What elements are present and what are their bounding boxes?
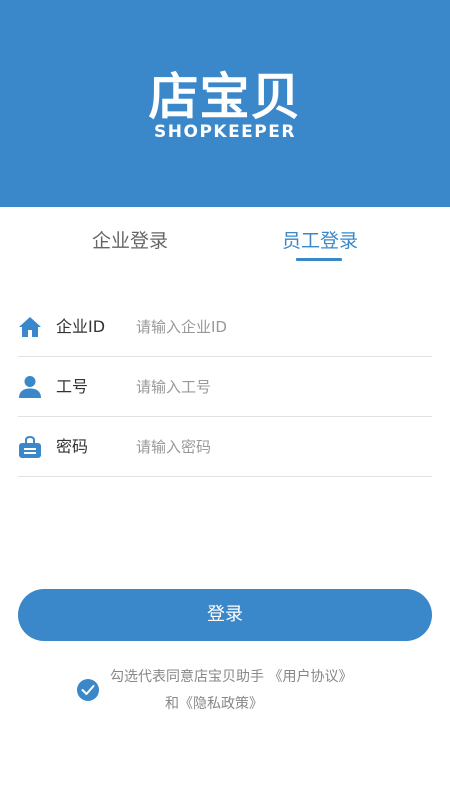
login-button[interactable]: 登录	[18, 589, 432, 641]
tab-company-login[interactable]: 企业登录	[60, 224, 200, 258]
company-id-input[interactable]	[136, 311, 426, 343]
header-banner: 店宝贝 SHOPKEEPER	[0, 0, 450, 207]
company-id-field: 企业ID	[18, 297, 432, 357]
agreement-prefix: 勾选代表同意店宝贝助手	[110, 669, 264, 685]
user-agreement-link[interactable]: 《用户协议》	[268, 669, 352, 685]
privacy-policy-link[interactable]: 《隐私政策》	[179, 696, 263, 712]
password-field: 密码	[18, 417, 432, 477]
home-icon	[18, 315, 42, 339]
agreement-checkbox[interactable]	[77, 679, 99, 701]
tab-active-indicator	[296, 258, 342, 261]
tab-staff-login[interactable]: 员工登录	[250, 224, 390, 258]
agreement-joiner: 和	[165, 696, 179, 712]
employee-number-input[interactable]	[136, 371, 426, 403]
check-icon	[81, 685, 95, 695]
company-id-label: 企业ID	[56, 317, 106, 336]
logo-subtitle: SHOPKEEPER	[154, 122, 296, 142]
employee-number-label: 工号	[56, 377, 89, 396]
employee-number-field: 工号	[18, 357, 432, 417]
user-icon	[18, 375, 42, 399]
lock-icon	[18, 435, 42, 459]
password-label: 密码	[56, 437, 89, 456]
agreement-text: 勾选代表同意店宝贝助手 《用户协议》	[110, 667, 380, 687]
agreement-text-line2: 和《隐私政策》	[110, 694, 380, 714]
logo-title: 店宝贝	[148, 68, 302, 126]
password-input[interactable]	[136, 431, 426, 463]
